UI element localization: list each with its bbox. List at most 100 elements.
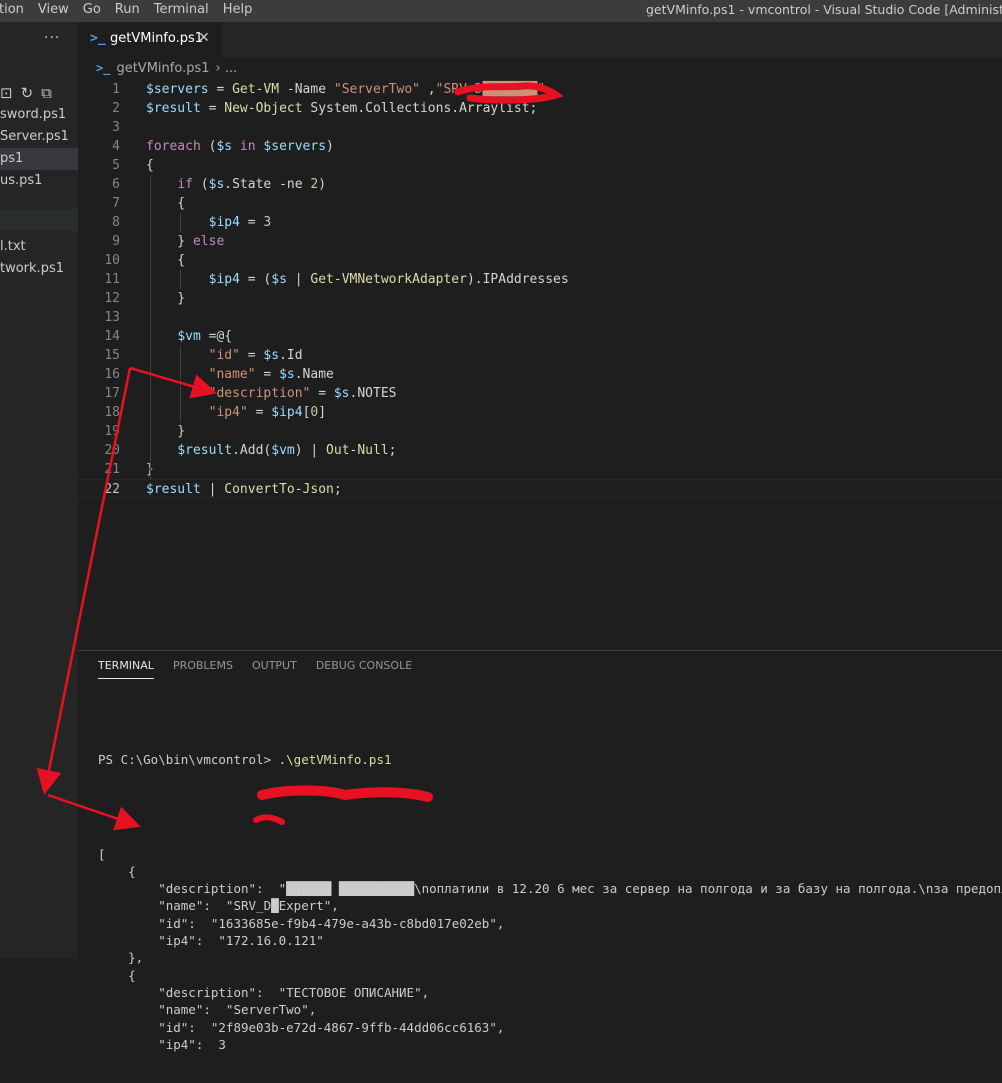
terminal-line: {: [98, 863, 136, 879]
line-number: 21: [104, 462, 120, 477]
terminal-line: "ip4": "172.16.0.121": [98, 933, 324, 949]
panel-tabs: TERMINAL PROBLEMS OUTPUT DEBUG CONSOLE: [98, 659, 412, 679]
terminal-prompt-line: PS C:\Go\bin\vmcontrol> .\getVMinfo.ps1: [98, 751, 1002, 768]
code-text: {: [146, 253, 186, 268]
code-line: 17 "description" = $s.NOTES: [78, 384, 1002, 403]
code-text: $vm =@{: [177, 329, 233, 344]
code-text: {: [146, 196, 186, 211]
terminal-prompt: PS C:\Go\bin\vmcontrol>: [98, 752, 279, 767]
line-number: 19: [104, 424, 120, 439]
collapse-all-icon[interactable]: ⧉: [41, 82, 52, 104]
code-text: "ip4" = $ip4[0]: [208, 405, 327, 420]
code-text: foreach ($s in $servers): [146, 139, 334, 154]
code-line: 4 foreach ($s in $servers): [78, 137, 1002, 156]
explorer-sidebar: ··· ⊡ ↻ ⧉ sword.ps1 Server.ps1 ps1 us.ps…: [0, 22, 78, 959]
menu-run[interactable]: Run: [108, 0, 147, 22]
terminal-output[interactable]: PS C:\Go\bin\vmcontrol> .\getVMinfo.ps1 …: [98, 721, 1002, 1083]
line-number: 10: [104, 253, 120, 268]
line-number: 8: [112, 215, 120, 230]
line-number: 12: [104, 291, 120, 306]
code-line: 2 $result = New-Object System.Collections…: [78, 99, 1002, 118]
window-title: getVMinfo.ps1 - vmcontrol - Visual Studi…: [646, 2, 1002, 17]
code-line: 18 "ip4" = $ip4[0]: [78, 403, 1002, 422]
code-line: 7 {: [78, 194, 1002, 213]
line-number: 9: [112, 234, 120, 249]
line-number: 14: [104, 329, 120, 344]
code-line: 21}: [78, 460, 1002, 479]
line-number: 15: [104, 348, 120, 363]
indent-guide: [150, 175, 151, 479]
close-icon[interactable]: ✕: [198, 30, 210, 46]
file-item[interactable]: us.ps1: [0, 170, 78, 192]
tab-problems[interactable]: PROBLEMS: [173, 659, 233, 679]
code-line: 6 if ($s.State -ne 2): [78, 175, 1002, 194]
code-text: }: [146, 291, 186, 306]
new-folder-icon[interactable]: ⊡: [0, 82, 13, 104]
code-line: 8 $ip4 = 3: [78, 213, 1002, 232]
breadcrumb[interactable]: >_ getVMinfo.ps1 › ...: [96, 61, 237, 76]
file-item[interactable]: [0, 209, 78, 231]
terminal-line: "description": "██████ ██████████\nоплат…: [98, 881, 1002, 897]
breadcrumb-separator: ›: [215, 61, 221, 76]
terminal-line: "name": "ServerTwo",: [98, 1002, 317, 1018]
tab-getvminfo[interactable]: >_ getVMinfo.ps1 ✕: [78, 22, 222, 57]
file-item[interactable]: Server.ps1: [0, 126, 78, 148]
code-editor[interactable]: 1 $servers = Get-VM -Name "ServerTwo" ,"S…: [78, 80, 1002, 650]
code-line: 22 $result | ConvertTo-Json;: [78, 479, 1002, 498]
code-line: 14 $vm =@{: [78, 327, 1002, 346]
terminal-line: "name": "SRV_D█Expert",: [98, 898, 339, 914]
line-number: 4: [112, 139, 120, 154]
code-line: 11 $ip4 = ($s | Get-VMNetworkAdapter).IP…: [78, 270, 1002, 289]
terminal-line: "id": "2f89e03b-e72d-4867-9ffb-44dd06cc6…: [98, 1019, 505, 1035]
indent-guide: [180, 213, 181, 232]
code-text: $result.Add($vm) | Out-Null;: [177, 443, 397, 458]
code-text: if ($s.State -ne 2): [177, 177, 327, 192]
menu-view[interactable]: View: [31, 0, 76, 22]
code-line: 20 $result.Add($vm) | Out-Null;: [78, 441, 1002, 460]
tab-output[interactable]: OUTPUT: [252, 659, 297, 679]
terminal-command: .\getVMinfo.ps1: [278, 752, 392, 767]
menu-help[interactable]: Help: [216, 0, 260, 22]
menu-terminal[interactable]: Terminal: [147, 0, 216, 22]
code-line: 19 }: [78, 422, 1002, 441]
code-text: $result | ConvertTo-Json;: [146, 482, 342, 497]
code-text: {: [146, 158, 154, 173]
menu-go[interactable]: Go: [76, 0, 108, 22]
explorer-toolbar: ⊡ ↻ ⧉: [0, 82, 52, 104]
powershell-icon: >_: [96, 61, 111, 75]
refresh-icon[interactable]: ↻: [21, 82, 34, 104]
file-item[interactable]: l.txt: [0, 236, 78, 258]
tab-label: getVMinfo.ps1: [110, 31, 204, 46]
code-text: $ip4 = 3: [208, 215, 272, 230]
file-item[interactable]: twork.ps1: [0, 258, 78, 280]
menu-selection[interactable]: tion: [0, 0, 31, 22]
ellipsis-icon[interactable]: ···: [44, 30, 60, 46]
file-item-active[interactable]: ps1: [0, 148, 78, 170]
line-number: 20: [104, 443, 120, 458]
code-text: "id" = $s.Id: [208, 348, 303, 363]
tab-debug-console[interactable]: DEBUG CONSOLE: [316, 659, 412, 679]
indent-guide: [180, 346, 181, 422]
code-line: 12 }: [78, 289, 1002, 308]
code-text: $result = New-Object System.Collections.…: [146, 101, 538, 116]
line-number: 11: [104, 272, 120, 287]
file-item[interactable]: sword.ps1: [0, 104, 78, 126]
code-line: 10 {: [78, 251, 1002, 270]
terminal-line: [: [98, 846, 106, 862]
code-line: 15 "id" = $s.Id: [78, 346, 1002, 365]
line-number: 7: [112, 196, 120, 211]
line-number: 3: [112, 120, 120, 135]
menu-bar: tion View Go Run Terminal Help: [0, 0, 259, 22]
breadcrumb-file[interactable]: getVMinfo.ps1: [116, 61, 209, 76]
code-line: 9 } else: [78, 232, 1002, 251]
code-line: 16 "name" = $s.Name: [78, 365, 1002, 384]
code-text: $ip4 = ($s | Get-VMNetworkAdapter).IPAdd…: [208, 272, 569, 287]
code-text: }: [146, 424, 186, 439]
tab-terminal[interactable]: TERMINAL: [98, 659, 154, 679]
terminal-line: "ip4": 3: [98, 1036, 226, 1052]
code-text: "description" = $s.NOTES: [208, 386, 397, 401]
breadcrumb-trail[interactable]: ...: [225, 61, 237, 76]
line-number: 17: [104, 386, 120, 401]
code-text: $servers = Get-VM -Name "ServerTwo" ,"SR…: [146, 82, 546, 97]
indent-guide: [180, 270, 181, 289]
